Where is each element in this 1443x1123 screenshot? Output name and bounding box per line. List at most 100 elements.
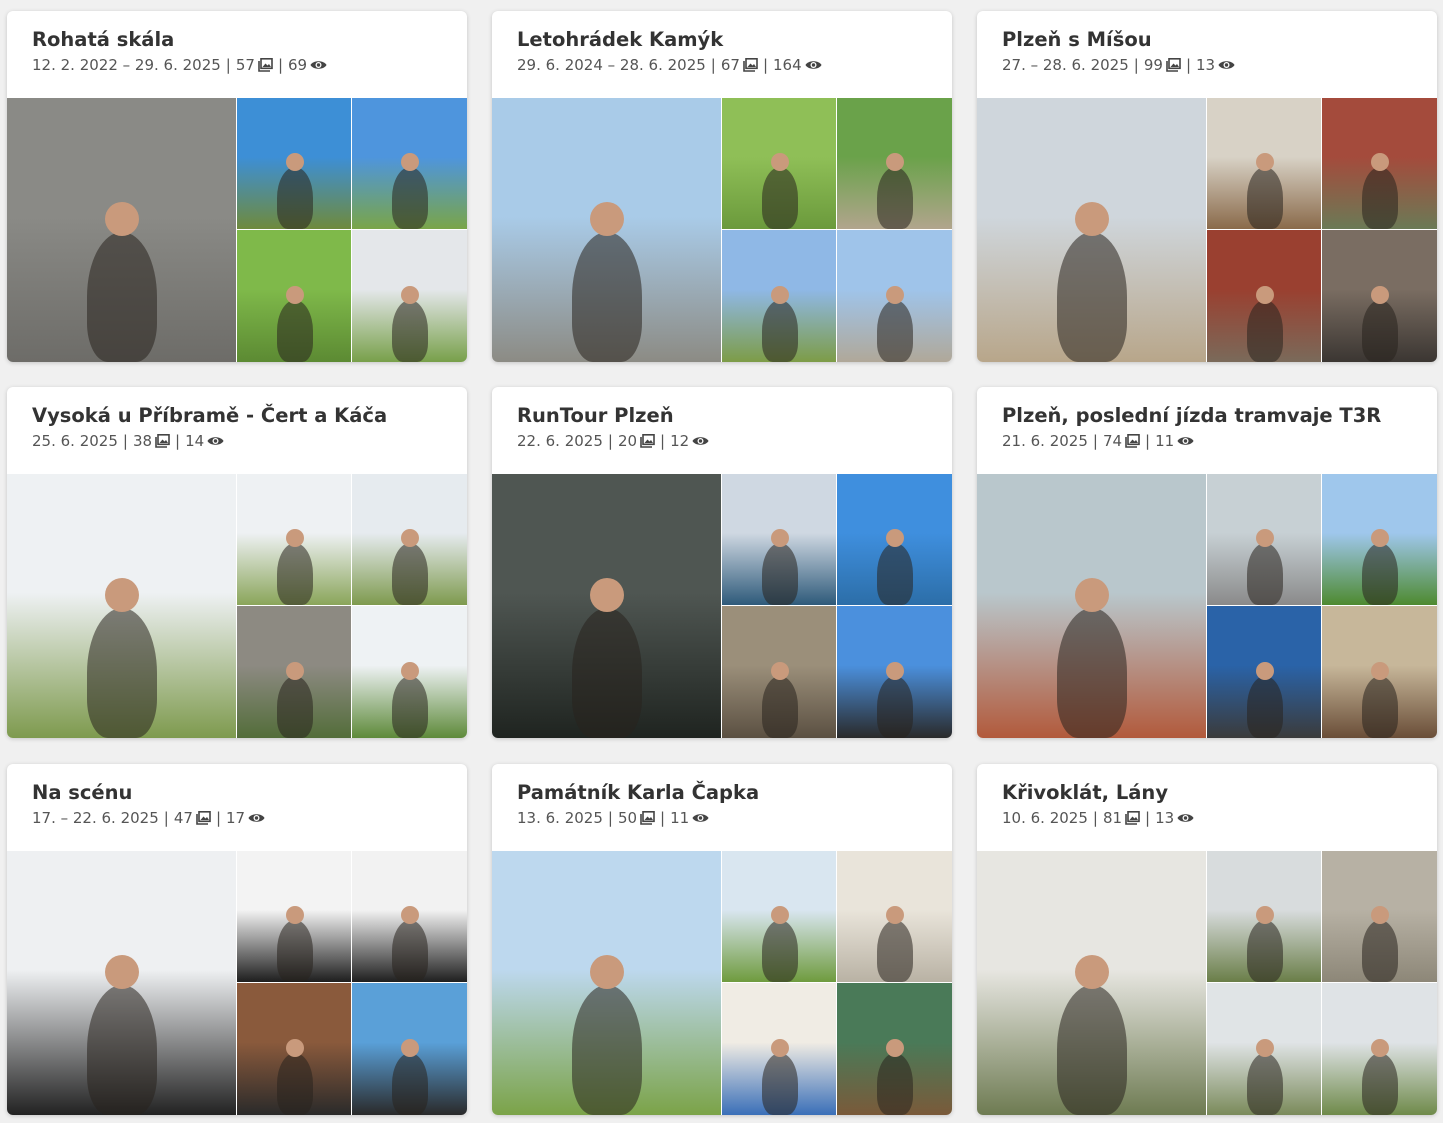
album-thumbnail-photo[interactable] [1207, 606, 1321, 738]
album-cover-photo[interactable] [977, 851, 1206, 1115]
album-card[interactable]: Rohatá skála 12. 2. 2022 – 29. 6. 2025 |… [7, 11, 467, 362]
album-meta: 29. 6. 2024 – 28. 6. 2025 | 67 | 164 [517, 54, 927, 76]
photos-icon [743, 58, 758, 72]
photo-subject [762, 676, 798, 738]
album-photo-collage[interactable] [7, 474, 467, 738]
album-photo-collage[interactable] [7, 851, 467, 1115]
album-title[interactable]: Křivoklát, Lány [1002, 780, 1412, 806]
album-thumbnail-photo[interactable] [722, 983, 836, 1115]
album-card[interactable]: Památník Karla Čapka 13. 6. 2025 | 50 | … [492, 764, 952, 1115]
photo-subject [1247, 167, 1283, 229]
photo-subject-head [1256, 662, 1274, 680]
album-header: Křivoklát, Lány 10. 6. 2025 | 81 | 13 [977, 764, 1437, 851]
album-dates: 29. 6. 2024 – 28. 6. 2025 [517, 56, 706, 74]
photo-subject [762, 1053, 798, 1115]
eye-icon [805, 61, 822, 69]
album-thumbnail-photo[interactable] [1322, 474, 1437, 605]
album-thumbnail-photo[interactable] [1207, 983, 1321, 1115]
album-thumbnail-photo[interactable] [352, 983, 467, 1115]
album-thumbnail-photo[interactable] [722, 851, 836, 982]
album-card[interactable]: Letohrádek Kamýk 29. 6. 2024 – 28. 6. 20… [492, 11, 952, 362]
album-thumbnail-photo[interactable] [1207, 230, 1321, 362]
album-thumbnail-photo[interactable] [1322, 851, 1437, 982]
album-thumbnail-photo[interactable] [837, 98, 952, 229]
album-thumbnail-photo[interactable] [237, 606, 351, 738]
album-thumbnail-photo[interactable] [722, 230, 836, 362]
album-cover-photo[interactable] [7, 98, 236, 362]
photo-subject-head [886, 662, 904, 680]
album-photo-count: 57 [235, 56, 255, 74]
album-title[interactable]: Plzeň s Míšou [1002, 27, 1412, 53]
album-cover-photo[interactable] [7, 851, 236, 1115]
eye-icon [1177, 814, 1194, 822]
album-thumbnail-photo[interactable] [237, 851, 351, 982]
album-title[interactable]: Vysoká u Příbramě - Čert a Káča [32, 403, 442, 429]
album-thumbnail-photo[interactable] [1207, 851, 1321, 982]
album-card[interactable]: Plzeň, poslední jízda tramvaje T3R 21. 6… [977, 387, 1437, 738]
album-thumbnail-photo[interactable] [722, 98, 836, 229]
album-title[interactable]: Na scénu [32, 780, 442, 806]
album-cover-photo[interactable] [977, 474, 1206, 738]
album-cover-photo[interactable] [492, 98, 721, 362]
album-title[interactable]: Rohatá skála [32, 27, 442, 53]
photos-icon [196, 811, 211, 825]
album-thumbnail-photo[interactable] [237, 983, 351, 1115]
album-thumbnail-photo[interactable] [237, 230, 351, 362]
album-thumbnail-photo[interactable] [722, 474, 836, 605]
album-thumbnail-photo[interactable] [352, 98, 467, 229]
album-photo-collage[interactable] [492, 474, 952, 738]
photo-subject [87, 608, 157, 738]
album-view-count: 69 [288, 56, 308, 74]
album-title[interactable]: Plzeň, poslední jízda tramvaje T3R [1002, 403, 1412, 429]
album-dates: 25. 6. 2025 [32, 432, 118, 450]
album-card[interactable]: Na scénu 17. – 22. 6. 2025 | 47 | 17 [7, 764, 467, 1115]
photo-subject [392, 543, 428, 605]
album-cover-photo[interactable] [977, 98, 1206, 362]
album-photo-collage[interactable] [492, 851, 952, 1115]
album-thumbnail-photo[interactable] [837, 851, 952, 982]
album-card[interactable]: Plzeň s Míšou 27. – 28. 6. 2025 | 99 | 1… [977, 11, 1437, 362]
album-thumbnail-photo[interactable] [352, 851, 467, 982]
photo-subject [762, 167, 798, 229]
album-photo-collage[interactable] [977, 474, 1437, 738]
album-photo-collage[interactable] [977, 98, 1437, 362]
album-thumbnail-photo[interactable] [1322, 98, 1437, 229]
album-thumbnail-photo[interactable] [837, 983, 952, 1115]
photo-subject-head [1371, 662, 1389, 680]
album-card[interactable]: Křivoklát, Lány 10. 6. 2025 | 81 | 13 [977, 764, 1437, 1115]
album-view-count: 164 [773, 56, 802, 74]
album-cover-photo[interactable] [492, 851, 721, 1115]
album-thumbnail-photo[interactable] [837, 606, 952, 738]
separator: | [1133, 56, 1139, 74]
album-thumbnail-photo[interactable] [352, 230, 467, 362]
album-thumbnail-photo[interactable] [352, 474, 467, 605]
album-thumbnail-photo[interactable] [1322, 606, 1437, 738]
album-photo-collage[interactable] [492, 98, 952, 362]
album-card[interactable]: RunTour Plzeň 22. 6. 2025 | 20 | 12 [492, 387, 952, 738]
photo-subject-head [771, 153, 789, 171]
album-thumbnail-photo[interactable] [1322, 230, 1437, 362]
album-photo-collage[interactable] [977, 851, 1437, 1115]
photo-subject [392, 300, 428, 362]
album-thumbnail-photo[interactable] [1207, 474, 1321, 605]
photo-subject-head [1371, 153, 1389, 171]
album-photo-collage[interactable] [7, 98, 467, 362]
album-view-count: 13 [1155, 809, 1175, 827]
album-thumbnail-photo[interactable] [837, 474, 952, 605]
album-cover-photo[interactable] [7, 474, 236, 738]
album-thumbnail-photo[interactable] [1322, 983, 1437, 1115]
album-thumbnail-photo[interactable] [352, 606, 467, 738]
photo-subject [1362, 676, 1398, 738]
album-card[interactable]: Vysoká u Příbramě - Čert a Káča 25. 6. 2… [7, 387, 467, 738]
album-title[interactable]: RunTour Plzeň [517, 403, 927, 429]
photo-subject [762, 543, 798, 605]
album-title[interactable]: Památník Karla Čapka [517, 780, 927, 806]
album-thumbnail-photo[interactable] [237, 474, 351, 605]
album-thumbnail-photo[interactable] [722, 606, 836, 738]
album-thumbnail-photo[interactable] [1207, 98, 1321, 229]
album-thumbnail-photo[interactable] [837, 230, 952, 362]
album-title[interactable]: Letohrádek Kamýk [517, 27, 927, 53]
album-photo-count: 99 [1143, 56, 1163, 74]
album-thumbnail-photo[interactable] [237, 98, 351, 229]
album-cover-photo[interactable] [492, 474, 721, 738]
